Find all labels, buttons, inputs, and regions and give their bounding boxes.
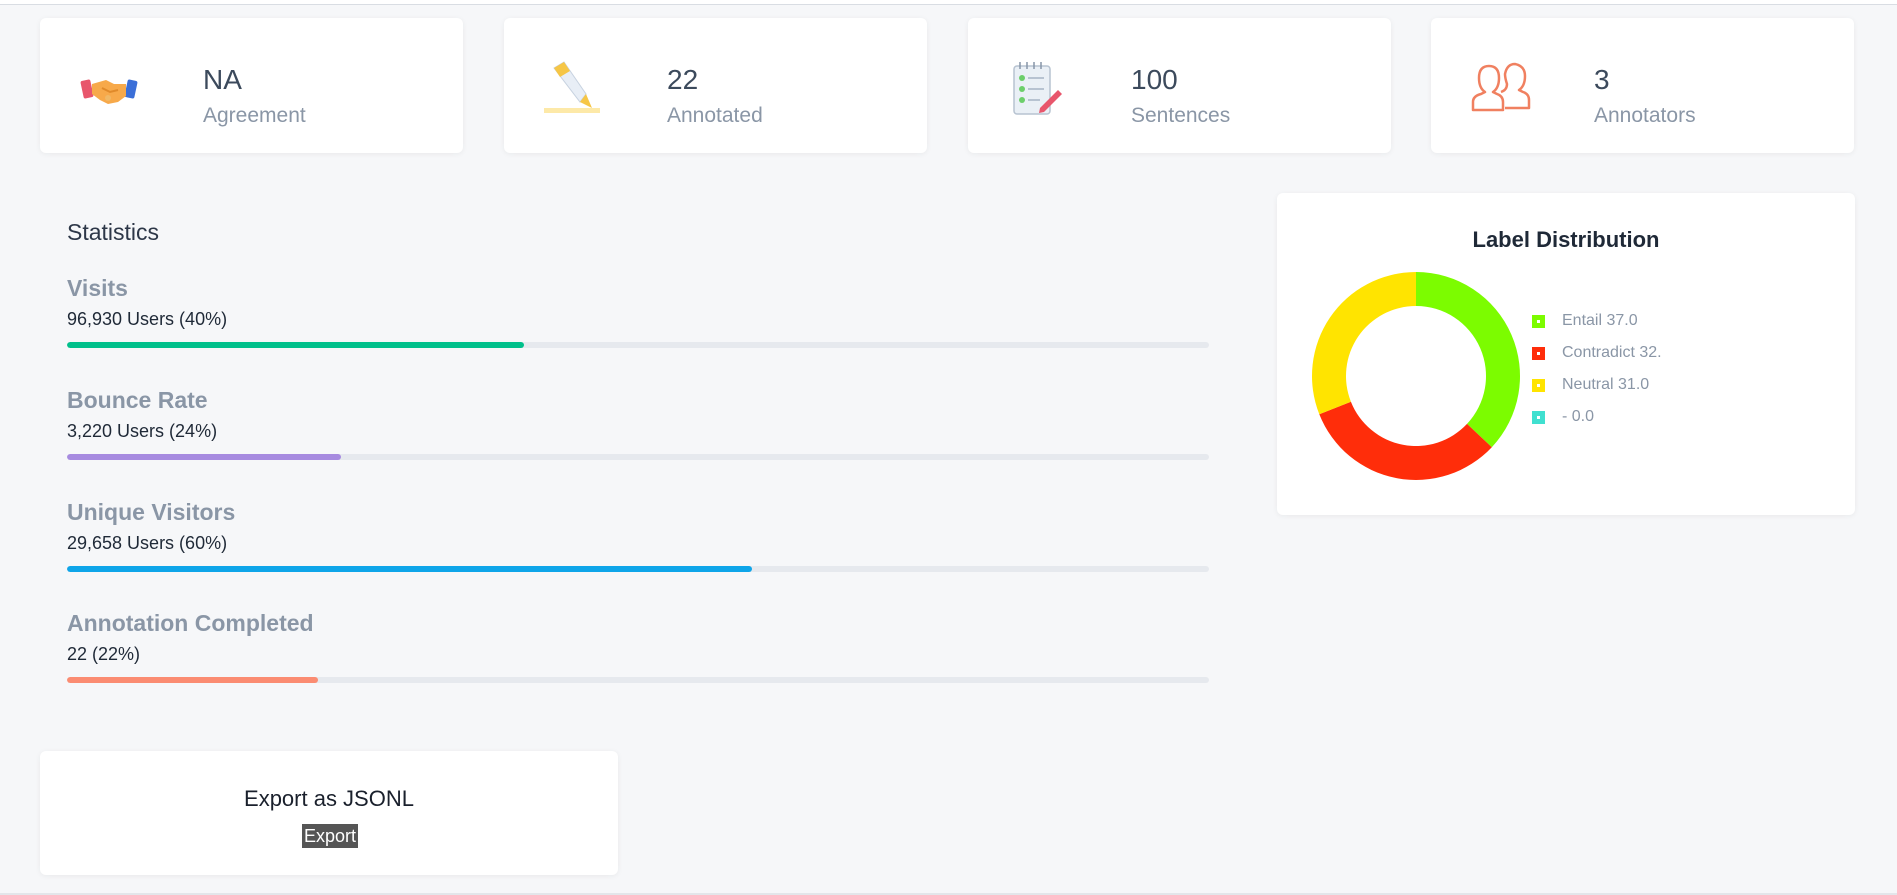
- highlighter-icon: [544, 61, 600, 113]
- annotated-value: 22: [667, 64, 699, 95]
- legend-swatch: [1532, 314, 1545, 328]
- top-border: [0, 0, 1897, 5]
- chart-legend: Entail 37.0 Contradict 32. Neutral 31.0 …: [1532, 305, 1662, 433]
- legend-item-neutral[interactable]: Neutral 31.0: [1532, 369, 1662, 401]
- progress-track: [67, 454, 1209, 460]
- progress-fill: [67, 342, 524, 348]
- checklist-notepad-icon: [1013, 62, 1062, 115]
- agreement-card: NA Agreement: [40, 18, 463, 153]
- progress-fill: [67, 566, 753, 572]
- progress-track: [67, 677, 1209, 683]
- metric-unique-visitors: Unique Visitors 29,658 Users (60%): [67, 499, 1209, 572]
- metric-name: Unique Visitors: [67, 499, 236, 525]
- export-title: Export as JSONL: [244, 786, 414, 811]
- donut-slice-neutral[interactable]: [1312, 272, 1416, 415]
- sentences-value: 100: [1131, 64, 1178, 95]
- donut-chart: [1312, 272, 1520, 480]
- progress-track: [67, 342, 1209, 348]
- label-distribution-card: Label Distribution Entail 37.0 Contradic…: [1277, 193, 1855, 515]
- agreement-value: NA: [203, 64, 242, 95]
- metric-annotation-completed: Annotation Completed 22 (22%): [67, 610, 1209, 683]
- legend-label: Entail 37.0: [1562, 312, 1638, 329]
- legend-swatch: [1532, 410, 1545, 424]
- metric-detail: 29,658 Users (60%): [67, 533, 228, 553]
- metric-name: Bounce Rate: [67, 387, 208, 413]
- legend-item-none[interactable]: - 0.0: [1532, 401, 1662, 433]
- annotated-label: Annotated: [667, 104, 763, 127]
- metric-name: Annotation Completed: [67, 610, 314, 636]
- agreement-label: Agreement: [203, 104, 306, 127]
- annotators-card: 3 Annotators: [1431, 18, 1854, 153]
- annotators-value: 3: [1594, 64, 1610, 95]
- statistics-title: Statistics: [67, 219, 160, 245]
- export-button[interactable]: Export: [302, 824, 359, 848]
- metric-detail: 22 (22%): [67, 644, 141, 664]
- legend-label: Neutral 31.0: [1562, 376, 1650, 393]
- donut-slice-entail[interactable]: [1416, 272, 1520, 448]
- donut-slice-contradict[interactable]: [1319, 401, 1492, 480]
- annotators-label: Annotators: [1594, 104, 1696, 127]
- metric-bounce-rate: Bounce Rate 3,220 Users (24%): [67, 387, 1209, 460]
- legend-item-entail[interactable]: Entail 37.0: [1532, 305, 1662, 337]
- users-icon: [1471, 62, 1531, 112]
- export-card: Export as JSONL Export: [40, 751, 618, 875]
- metric-detail: 96,930 Users (40%): [67, 309, 228, 329]
- annotated-card: 22 Annotated: [504, 18, 927, 153]
- legend-item-contradict[interactable]: Contradict 32.: [1532, 337, 1662, 369]
- legend-label: - 0.0: [1562, 408, 1595, 425]
- metric-detail: 3,220 Users (24%): [67, 421, 218, 441]
- progress-fill: [67, 454, 342, 460]
- metric-visits: Visits 96,930 Users (40%): [67, 275, 1209, 348]
- progress-track: [67, 566, 1209, 572]
- chart-title: Label Distribution: [1472, 227, 1660, 252]
- metric-name: Visits: [67, 275, 128, 301]
- sentences-label: Sentences: [1131, 104, 1231, 127]
- legend-swatch: [1532, 378, 1545, 392]
- legend-label: Contradict 32.: [1562, 344, 1662, 361]
- handshake-icon: [80, 79, 138, 104]
- sentences-card: 100 Sentences: [968, 18, 1391, 153]
- legend-swatch: [1532, 346, 1545, 360]
- progress-fill: [67, 677, 319, 683]
